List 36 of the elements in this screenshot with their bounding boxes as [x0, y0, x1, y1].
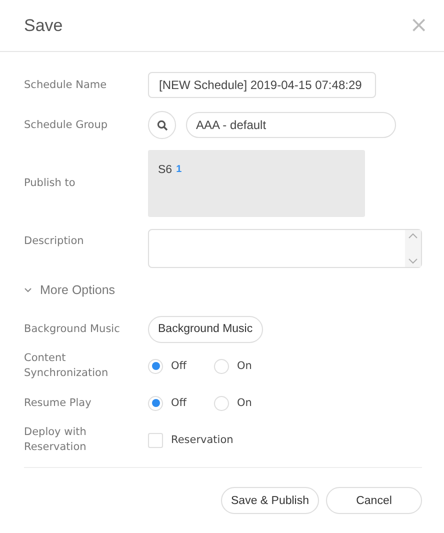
search-button[interactable]	[148, 111, 176, 139]
option-label: Deploy with Reservation	[24, 425, 88, 455]
radio-label: Off	[171, 360, 186, 372]
chevron-icon	[24, 287, 32, 293]
cancel-button[interactable]: Cancel	[326, 487, 422, 514]
target-count: 1	[176, 164, 182, 175]
radio-label: On	[237, 360, 252, 372]
radio-button[interactable]	[148, 358, 163, 374]
option-label: Resume Play	[24, 396, 92, 410]
save-publish-button[interactable]: Save & Publish	[221, 487, 319, 514]
search-icon	[156, 120, 168, 130]
radio-label: On	[237, 397, 252, 409]
more-options-toggle[interactable]: More Options	[24, 283, 116, 297]
target-name: S6	[158, 164, 172, 176]
radio-option[interactable]: Off	[148, 358, 214, 374]
radio-button[interactable]	[214, 358, 229, 374]
schedule-group-field[interactable]: AAA - default	[186, 112, 396, 138]
radio-label: Off	[171, 397, 186, 409]
schedule-name-field[interactable]: [NEW Schedule] 2019-04-15 07:48:29	[148, 72, 376, 98]
radio-option[interactable]: On	[214, 358, 280, 374]
radio-button[interactable]	[214, 396, 229, 410]
field-label: Schedule Group	[24, 118, 109, 132]
scroll-arrows-icon	[405, 230, 421, 267]
option-label: Content Synchronization	[24, 351, 110, 381]
checkbox-label: Reservation	[171, 434, 234, 446]
field-label: Description	[24, 234, 85, 249]
checkbox[interactable]	[148, 432, 163, 448]
field-label: Publish to	[24, 176, 76, 191]
option-label: Background Music	[24, 322, 121, 336]
background-music-button[interactable]: Background Music	[148, 316, 263, 342]
description-field[interactable]	[148, 229, 422, 268]
field-label: Schedule Name	[24, 78, 108, 92]
radio-button[interactable]	[148, 396, 163, 410]
radio-option[interactable]: On	[214, 396, 280, 410]
radio-option[interactable]: Off	[148, 396, 214, 410]
dialog-title: Save	[24, 16, 63, 36]
